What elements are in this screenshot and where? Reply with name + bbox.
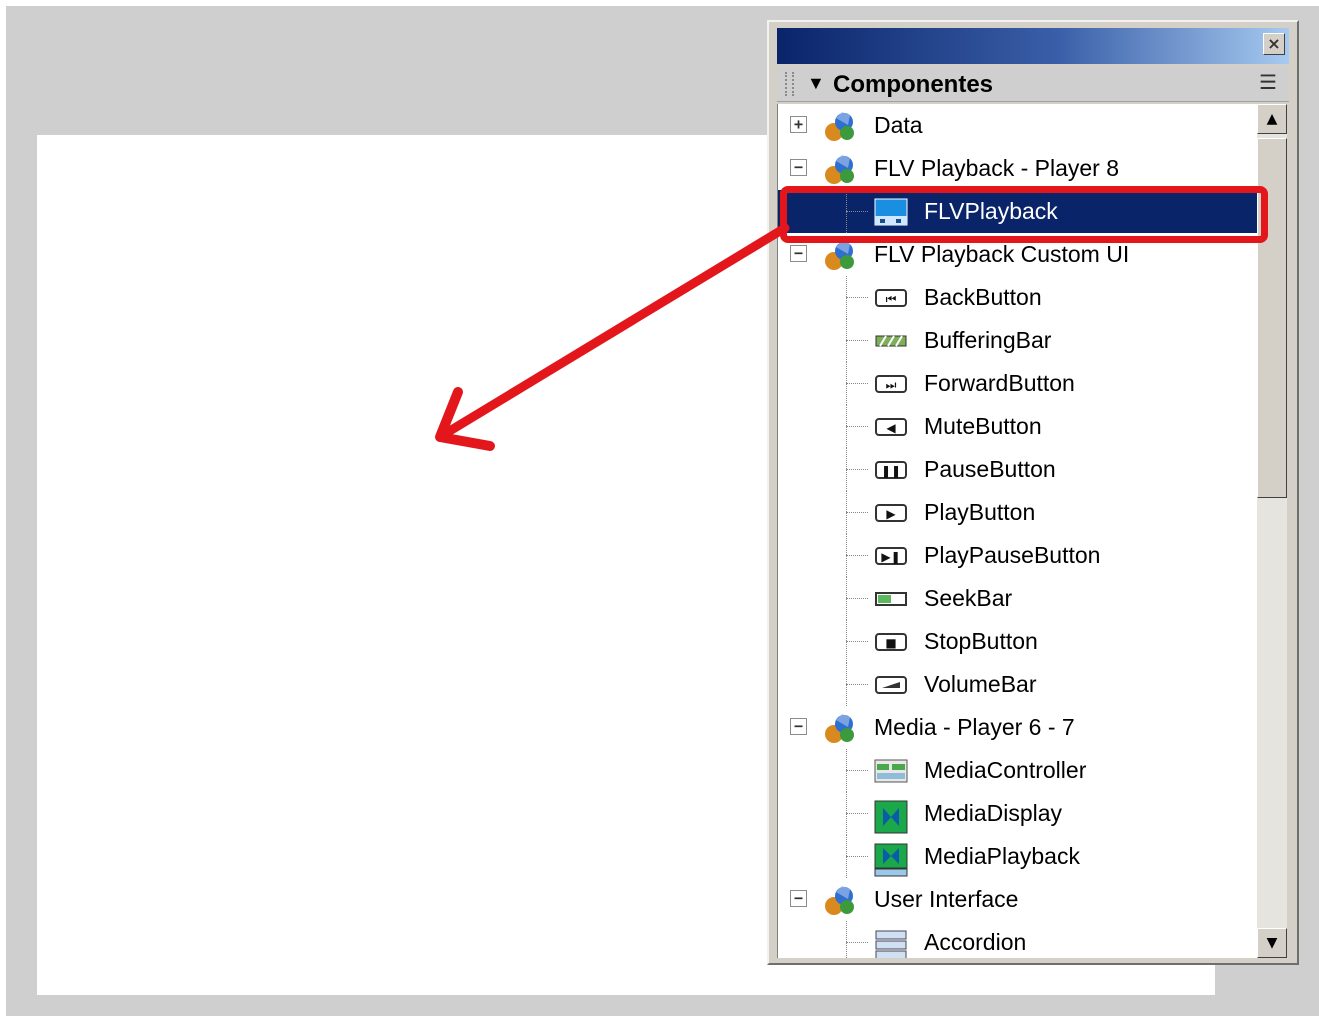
annotation-arrow-icon — [435, 223, 790, 451]
